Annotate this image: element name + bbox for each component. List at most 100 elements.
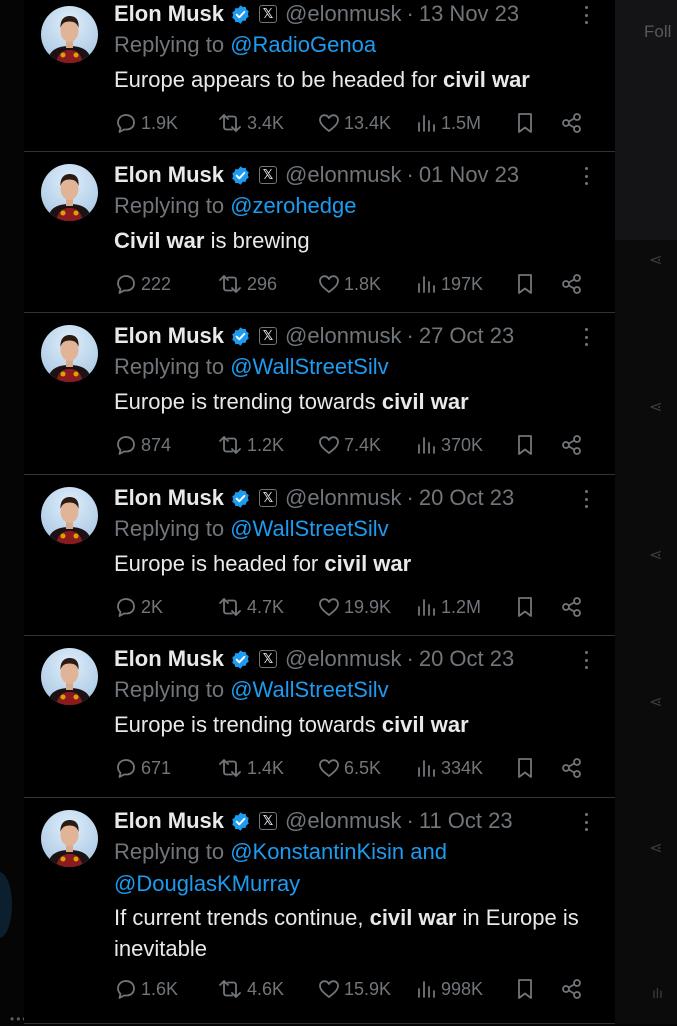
repost-button[interactable]: 4.6K	[216, 976, 284, 1002]
like-count: 6.5K	[344, 757, 382, 778]
repost-icon	[219, 980, 241, 998]
avatar[interactable]	[41, 810, 98, 867]
reply-target-link[interactable]: @WallStreetSilv	[230, 677, 388, 702]
reply-target-link[interactable]: @zerohedge	[230, 193, 356, 218]
author-name[interactable]: Elon Musk	[114, 162, 224, 188]
x-affiliation-icon: 𝕏	[259, 327, 278, 345]
repost-button[interactable]: 3.4K	[216, 110, 284, 136]
bookmark-button[interactable]	[514, 110, 539, 136]
avatar[interactable]	[41, 6, 98, 63]
share-icon	[562, 597, 581, 617]
author-name[interactable]: Elon Musk	[114, 485, 224, 511]
tweet-date[interactable]: 27 Oct 23	[419, 323, 514, 349]
repost-button[interactable]: 4.7K	[216, 594, 284, 620]
avatar[interactable]	[41, 648, 98, 705]
author-handle[interactable]: @elonmusk	[285, 162, 402, 188]
views-icon	[418, 981, 435, 998]
heart-icon	[319, 598, 339, 616]
author-handle[interactable]: @elonmusk	[285, 485, 402, 511]
more-options-icon[interactable]	[584, 328, 588, 346]
share-button[interactable]	[560, 432, 587, 458]
reply-button[interactable]: 671	[114, 755, 171, 781]
repost-button[interactable]: 1.4K	[216, 755, 284, 781]
tweet-date[interactable]: 13 Nov 23	[419, 1, 519, 27]
background-share-icon: ⋖	[649, 840, 663, 857]
reply-target-link[interactable]: @WallStreetSilv	[230, 354, 388, 379]
avatar[interactable]	[41, 487, 98, 544]
avatar[interactable]	[41, 164, 98, 221]
author-handle[interactable]: @elonmusk	[285, 808, 402, 834]
tweet-date[interactable]: 11 Oct 23	[419, 808, 513, 834]
tweet-text-before: Europe appears to be headed for	[114, 67, 444, 92]
author-handle[interactable]: @elonmusk	[285, 1, 402, 27]
reply-button[interactable]: 874	[114, 432, 171, 458]
like-button[interactable]: 13.4K	[317, 110, 391, 136]
repost-count: 4.6K	[247, 978, 285, 999]
tweet-1[interactable]: Elon Musk 𝕏 @elonmusk · 13 Nov 23 Replyi…	[24, 0, 615, 152]
bookmark-button[interactable]	[514, 271, 539, 297]
replying-to: Replying to @zerohedge	[114, 190, 584, 222]
views-count: 370K	[441, 434, 484, 455]
bookmark-button[interactable]	[514, 755, 539, 781]
separator-dot: ·	[406, 162, 414, 187]
tweet-6[interactable]: Elon Musk 𝕏 @elonmusk · 11 Oct 23 Replyi…	[24, 798, 615, 1024]
reply-button[interactable]: 1.6K	[114, 976, 178, 1002]
bookmark-button[interactable]	[514, 594, 539, 620]
author-handle[interactable]: @elonmusk	[285, 646, 402, 672]
tweet-header: Elon Musk 𝕏 @elonmusk · 13 Nov 23	[114, 0, 519, 29]
reply-count: 222	[141, 273, 172, 294]
reply-button[interactable]: 222	[114, 271, 171, 297]
like-button[interactable]: 6.5K	[317, 755, 381, 781]
bookmark-button[interactable]	[514, 432, 539, 458]
tweet-4[interactable]: Elon Musk 𝕏 @elonmusk · 20 Oct 23 Replyi…	[24, 475, 615, 636]
reply-target-link[interactable]: @RadioGenoa	[230, 32, 376, 57]
reply-button[interactable]: 2K	[114, 594, 163, 620]
author-handle[interactable]: @elonmusk	[285, 323, 402, 349]
avatar[interactable]	[41, 325, 98, 382]
tweet-date[interactable]: 20 Oct 23	[419, 485, 514, 511]
author-name[interactable]: Elon Musk	[114, 646, 224, 672]
more-options-icon[interactable]	[584, 167, 588, 185]
verified-badge-icon	[232, 811, 249, 831]
author-name[interactable]: Elon Musk	[114, 323, 224, 349]
reply-target-link[interactable]: @KonstantinKisin	[230, 839, 404, 864]
share-button[interactable]	[560, 976, 587, 1002]
share-button[interactable]	[560, 110, 587, 136]
share-button[interactable]	[560, 755, 587, 781]
repost-button[interactable]: 1.2K	[216, 432, 284, 458]
like-button[interactable]: 1.8K	[317, 271, 381, 297]
verified-badge-icon	[232, 4, 249, 24]
views-button[interactable]: 1.2M	[414, 594, 481, 620]
reply-target-link[interactable]: @WallStreetSilv	[230, 516, 388, 541]
more-options-icon[interactable]	[584, 813, 588, 831]
like-button[interactable]: 15.9K	[317, 976, 391, 1002]
reply-icon	[117, 598, 135, 617]
reply-count: 1.6K	[141, 978, 179, 999]
views-button[interactable]: 370K	[414, 432, 483, 458]
author-name[interactable]: Elon Musk	[114, 1, 224, 27]
repost-button[interactable]: 296	[216, 271, 277, 297]
tweet-text-bold: civil war	[324, 551, 412, 576]
views-button[interactable]: 1.5M	[414, 110, 481, 136]
views-button[interactable]: 334K	[414, 755, 483, 781]
more-options-icon[interactable]	[584, 490, 588, 508]
tweet-3[interactable]: Elon Musk 𝕏 @elonmusk · 27 Oct 23 Replyi…	[24, 313, 615, 475]
views-button[interactable]: 197K	[414, 271, 483, 297]
separator-dot: ·	[406, 485, 414, 510]
share-button[interactable]	[560, 271, 587, 297]
replying-to-label: Replying to	[114, 32, 231, 57]
like-button[interactable]: 7.4K	[317, 432, 381, 458]
reply-target-link-2[interactable]: @DouglasKMurray	[114, 871, 300, 896]
views-button[interactable]: 998K	[414, 976, 483, 1002]
more-options-icon[interactable]	[584, 651, 588, 669]
tweet-date[interactable]: 20 Oct 23	[419, 646, 514, 672]
tweet-2[interactable]: Elon Musk 𝕏 @elonmusk · 01 Nov 23 Replyi…	[24, 152, 615, 313]
like-button[interactable]: 19.9K	[317, 594, 391, 620]
reply-button[interactable]: 1.9K	[114, 110, 178, 136]
tweet-date[interactable]: 01 Nov 23	[419, 162, 519, 188]
author-name[interactable]: Elon Musk	[114, 808, 224, 834]
bookmark-button[interactable]	[514, 976, 539, 1002]
share-button[interactable]	[560, 594, 587, 620]
more-options-icon[interactable]	[584, 6, 588, 24]
tweet-5[interactable]: Elon Musk 𝕏 @elonmusk · 20 Oct 23 Replyi…	[24, 636, 615, 798]
